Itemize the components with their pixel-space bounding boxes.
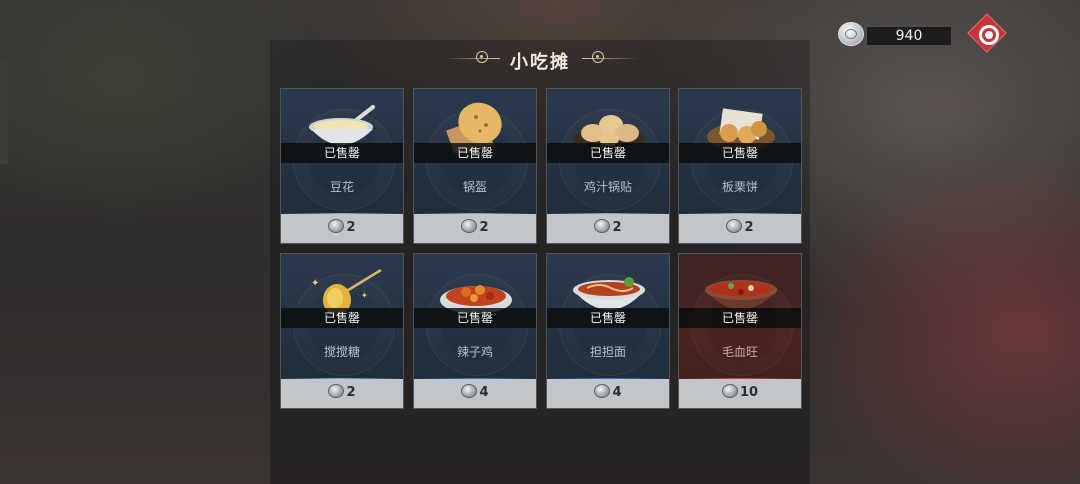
item-price: 4 — [479, 385, 489, 400]
item-price: 2 — [744, 220, 754, 235]
svg-text:✦: ✦ — [361, 291, 368, 300]
silver-coin-icon — [461, 384, 478, 398]
sold-out-label: 已售罄 — [281, 143, 403, 163]
silver-coin-icon — [594, 384, 611, 398]
silver-coin-icon — [328, 219, 345, 233]
item-price: 2 — [612, 220, 622, 235]
sold-out-label: 已售罄 — [679, 308, 801, 328]
title-ornament-dot-right — [592, 51, 604, 63]
shop-item-card[interactable]: 已售罄 担担面 4 — [546, 253, 670, 409]
price-bar: 2 — [414, 214, 536, 243]
price-bar: 2 — [547, 214, 669, 243]
price-bar: 2 — [281, 214, 403, 243]
shop-item-card[interactable]: 已售罄 辣子鸡 4 — [413, 253, 537, 409]
side-drawer-tab[interactable] — [0, 60, 8, 164]
sold-out-label: 已售罄 — [281, 308, 403, 328]
currency-amount: 940 — [866, 26, 952, 46]
item-price: 4 — [612, 385, 622, 400]
price-bar: 2 — [679, 214, 801, 243]
page-title: 小吃摊 — [510, 52, 570, 73]
silver-coin-icon — [461, 219, 478, 233]
sold-out-label: 已售罄 — [547, 143, 669, 163]
price-bar: 10 — [679, 379, 801, 408]
item-name: 豆花 — [329, 180, 354, 194]
item-name: 担担面 — [589, 345, 626, 359]
item-price: 10 — [739, 385, 759, 400]
price-bar: 4 — [547, 379, 669, 408]
silver-coin-icon — [328, 384, 345, 398]
sold-out-label: 已售罄 — [414, 308, 536, 328]
silver-coin-icon — [594, 219, 611, 233]
title-ornament-right — [582, 58, 638, 59]
shop-item-card[interactable]: ✦ ✦ 已售罄 搅搅糖 2 — [280, 253, 404, 409]
item-name: 毛血旺 — [721, 345, 758, 359]
shop-title-bar: 小吃摊 — [440, 44, 640, 74]
item-name: 搅搅糖 — [323, 345, 360, 359]
shop-item-card[interactable]: 已售罄 鸡汁锅贴 2 — [546, 88, 670, 244]
silver-coin-icon — [721, 384, 738, 398]
menu-button[interactable] — [968, 14, 1006, 52]
silver-coin-icon — [726, 219, 743, 233]
price-bar: 2 — [281, 379, 403, 408]
item-name: 板栗饼 — [721, 180, 758, 194]
item-name: 锅盔 — [462, 180, 487, 194]
shop-item-card[interactable]: 已售罄 锅盔 2 — [413, 88, 537, 244]
item-price: 2 — [346, 385, 356, 400]
currency-display: 940 — [838, 22, 952, 46]
spiral-icon — [979, 25, 999, 45]
shop-item-card[interactable]: 已售罄 豆花 2 — [280, 88, 404, 244]
shop-item-card[interactable]: 已售罄 板栗饼 2 — [678, 88, 802, 244]
silver-coin-icon — [838, 22, 864, 46]
item-price: 2 — [346, 220, 356, 235]
sold-out-label: 已售罄 — [547, 308, 669, 328]
sold-out-label: 已售罄 — [414, 143, 536, 163]
shop-item-card[interactable]: 已售罄 毛血旺 10 — [678, 253, 802, 409]
price-bar: 4 — [414, 379, 536, 408]
svg-text:✦: ✦ — [311, 278, 319, 289]
item-name: 辣子鸡 — [456, 345, 493, 359]
sold-out-label: 已售罄 — [679, 143, 801, 163]
item-name: 鸡汁锅贴 — [583, 180, 632, 194]
item-price: 2 — [479, 220, 489, 235]
